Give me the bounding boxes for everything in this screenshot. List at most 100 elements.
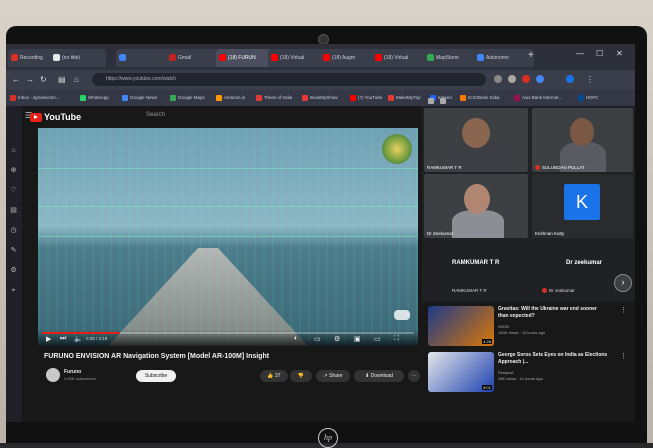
bookmark-item[interactable]: WhatsApp — [80, 92, 109, 104]
channel-name[interactable]: Furuno — [64, 369, 81, 375]
subtitles-icon[interactable]: ▭ — [314, 335, 321, 343]
youtube-logo[interactable]: YouTube — [44, 112, 81, 122]
participant-video — [452, 210, 504, 238]
address-bar[interactable]: https://www.youtube.com/watch — [92, 73, 486, 86]
extension-icon[interactable] — [522, 75, 530, 83]
bookmark-favicon — [302, 95, 308, 101]
tab-favicon — [323, 54, 330, 61]
participant-avatar: K — [564, 184, 600, 220]
hp-logo: hp — [318, 428, 338, 448]
share-button[interactable]: ↗ Share — [316, 370, 350, 382]
duration-badge: 8:01 — [482, 385, 492, 390]
progress-bar[interactable] — [42, 332, 414, 334]
library-icon[interactable]: ▤ — [9, 206, 18, 215]
related-meta: 154K views · 11 hours ago — [498, 330, 546, 335]
tab[interactable]: (no title) — [50, 49, 106, 67]
maximize-button[interactable]: ☐ — [596, 49, 603, 58]
subtitle-badge — [394, 310, 410, 320]
more-options-icon[interactable]: ⋮ — [620, 306, 627, 314]
like-button[interactable]: 👍 37 — [260, 370, 288, 382]
reload-icon[interactable]: ↻ — [40, 75, 47, 84]
video-player[interactable]: ▶ ⏭ 🔈 0:29 / 2:18 ◐ ▭ ⚙ ▣ ▭ ⛶ — [38, 128, 418, 346]
home-icon[interactable]: ⌂ — [9, 146, 18, 155]
participant-video — [570, 118, 594, 146]
subscribe-button[interactable]: Subscribe — [136, 370, 176, 382]
bookmark-item[interactable]: Google Maps — [170, 92, 205, 104]
next-icon[interactable]: ⏭ — [60, 335, 66, 343]
minimize-button[interactable]: — — [576, 49, 584, 58]
bookmark-item[interactable]: Amazon.in — [216, 92, 245, 104]
settings-icon[interactable]: ⚙ — [9, 266, 18, 275]
fullscreen-icon[interactable]: ⛶ — [394, 335, 399, 343]
next-page-arrow-icon[interactable]: › — [614, 274, 632, 292]
pin-icon[interactable] — [428, 98, 434, 104]
heart-icon[interactable]: ♡ — [9, 186, 18, 195]
add-icon[interactable]: ⊕ — [9, 166, 18, 175]
tab-autonomo[interactable]: Autonomo — [474, 49, 534, 67]
tab-favicon — [119, 54, 126, 61]
participant-tile[interactable]: RAMKUMAR T R — [424, 108, 528, 172]
bookmark-favicon — [122, 95, 128, 101]
video-thumbnail[interactable]: 8:01 — [428, 352, 494, 392]
participant-tile[interactable]: SULUNDAN PULLAT — [532, 108, 633, 172]
bookmark-item[interactable]: HDFC — [578, 92, 599, 104]
related-video-title[interactable]: George Soros Sets Eyes on India as Elect… — [498, 352, 608, 365]
history-icon[interactable]: ◷ — [9, 226, 18, 235]
sidebar-toggle-icon[interactable]: ▤ — [58, 75, 66, 84]
miniplayer-icon[interactable]: ▣ — [354, 335, 361, 343]
bookmark-item[interactable]: ICICIBank India — [460, 92, 500, 104]
settings-icon[interactable]: ⚙ — [334, 335, 340, 343]
bookmark-item[interactable]: BookMyShow — [302, 92, 338, 104]
menu-dots-icon[interactable]: ⋮ — [586, 75, 594, 84]
progress-fill — [42, 332, 121, 334]
home-icon[interactable]: ⌂ — [74, 75, 79, 84]
hud-line — [38, 236, 418, 237]
bookmark-item[interactable]: Inbox - dynamicsm... — [10, 92, 60, 104]
play-icon[interactable]: ▶ — [46, 335, 51, 343]
search-input[interactable]: Search — [146, 112, 326, 122]
bookmark-favicon — [350, 95, 356, 101]
profile-avatar-icon[interactable] — [566, 75, 574, 83]
autoplay-toggle-icon[interactable]: ◐ — [294, 335, 298, 342]
muted-mic-icon — [542, 288, 547, 294]
hud-line — [38, 206, 418, 207]
video-thumbnail[interactable]: 4:28 — [428, 306, 494, 346]
dislike-button[interactable]: 👎 — [290, 370, 312, 382]
video-time: 0:29 / 2:18 — [86, 336, 108, 341]
browser-toolbar: ← → ↻ ▤ ⌂ https://www.youtube.com/watch … — [6, 70, 635, 90]
related-channel[interactable]: Firstpost — [498, 370, 513, 375]
location-icon[interactable]: ⌖ — [9, 286, 18, 295]
youtube-logo-icon[interactable] — [30, 113, 42, 122]
duration-badge: 4:28 — [482, 339, 492, 344]
bookmark-item[interactable]: Times of India — [256, 92, 292, 104]
more-options-icon[interactable]: ⋮ — [620, 352, 627, 360]
more-actions-button[interactable]: ⋯ — [408, 370, 420, 382]
bookmark-item[interactable]: Axis Bank Internet... — [514, 92, 562, 104]
volume-icon[interactable]: 🔈 — [74, 335, 83, 343]
edit-icon[interactable]: ✎ — [9, 246, 18, 255]
muted-mic-icon — [535, 165, 540, 170]
grid-icon[interactable] — [440, 98, 446, 104]
close-window-button[interactable]: ✕ — [616, 49, 623, 58]
new-tab-button[interactable]: + — [528, 50, 534, 61]
bookmark-item[interactable]: (7) YouTube — [350, 92, 382, 104]
tab-favicon — [169, 54, 176, 61]
theater-icon[interactable]: ▭ — [374, 335, 381, 343]
tab-favicon — [11, 54, 18, 61]
related-video-title[interactable]: Gravitas: Will the Ukraine war end soone… — [498, 306, 608, 319]
bookmark-item[interactable]: MakeMyTrip — [388, 92, 421, 104]
bookmark-favicon — [514, 95, 520, 101]
download-button[interactable]: ⬇ Download — [354, 370, 404, 382]
related-channel[interactable]: WION — [498, 324, 509, 329]
participant-tile[interactable]: K Krishnan Kutty — [532, 174, 633, 238]
participant-tile[interactable]: Dr Zeekumar — [424, 174, 528, 238]
extension-icon[interactable] — [494, 75, 502, 83]
back-icon[interactable]: ← — [12, 75, 20, 84]
extension-icon[interactable] — [508, 75, 516, 83]
bookmark-item[interactable]: Google News — [122, 92, 157, 104]
left-sidebar: ⌂ ⊕ ♡ ▤ ◷ ✎ ⚙ ⌖ — [6, 106, 22, 422]
forward-icon[interactable]: → — [26, 75, 34, 84]
extension-icon[interactable] — [536, 75, 544, 83]
channel-avatar[interactable] — [46, 368, 60, 382]
video-call-panel: RAMKUMAR T R SULUNDAN PULLAT Dr Zeekumar… — [422, 98, 635, 302]
